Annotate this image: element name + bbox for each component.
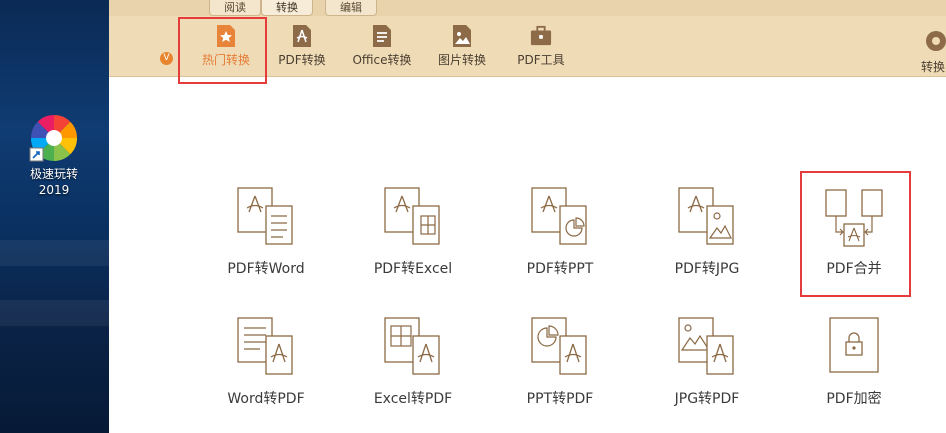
- pdf-to-ppt-icon: [531, 187, 587, 245]
- shortcut-name: 极速玩转: [29, 167, 78, 181]
- tile-label: Excel转PDF: [373, 391, 453, 407]
- tile-pdf-to-ppt[interactable]: PDF转PPT: [505, 186, 615, 306]
- converter-window: 阅读 转换 编辑 V 热门转换 PDF转换 Office转换 图片转换 PDF工…: [109, 0, 946, 433]
- star-file-icon: [217, 25, 235, 47]
- tile-label: PDF转PPT: [526, 261, 594, 277]
- tile-label: PPT转PDF: [526, 391, 594, 407]
- tile-pdf-to-word[interactable]: PDF转Word: [211, 186, 321, 306]
- tile-pdf-merge[interactable]: PDF合并: [799, 186, 909, 306]
- desktop-shortcut[interactable]: 极速玩转 2019: [18, 112, 90, 198]
- pdf-encrypt-icon: [829, 317, 879, 373]
- desktop-band: [0, 300, 109, 326]
- tile-jpg-to-pdf[interactable]: JPG转PDF: [652, 316, 762, 433]
- pdf-file-icon: [293, 25, 311, 47]
- tile-word-to-pdf[interactable]: Word转PDF: [211, 316, 321, 433]
- pdf-to-jpg-icon: [678, 187, 734, 245]
- tile-label: PDF转Excel: [373, 261, 453, 277]
- tile-label: Word转PDF: [227, 391, 305, 407]
- ribbon-button-label: PDF转换: [278, 53, 326, 67]
- tile-pdf-to-jpg[interactable]: PDF转JPG: [652, 186, 762, 306]
- ribbon-pdf-tools-button[interactable]: PDF工具: [503, 22, 579, 74]
- tile-label: JPG转PDF: [674, 391, 740, 407]
- tile-excel-to-pdf[interactable]: Excel转PDF: [358, 316, 468, 433]
- tile-ppt-to-pdf[interactable]: PPT转PDF: [505, 316, 615, 433]
- ribbon-office-convert-button[interactable]: Office转换: [344, 22, 420, 74]
- tile-label: PDF合并: [826, 261, 882, 277]
- ribbon-pdf-convert-button[interactable]: PDF转换: [264, 22, 340, 74]
- tile-pdf-to-excel[interactable]: PDF转Excel: [358, 186, 468, 306]
- shortcut-year: 2019: [38, 183, 70, 197]
- top-tab-bar: 阅读 转换 编辑: [109, 0, 946, 16]
- dropdown-badge[interactable]: V: [160, 52, 173, 65]
- tab-convert[interactable]: 转换: [261, 0, 313, 16]
- ribbon-button-label: 热门转换: [201, 53, 250, 67]
- tab-read[interactable]: 阅读: [209, 0, 261, 16]
- jpg-to-pdf-icon: [678, 317, 734, 375]
- ribbon-convert-partial-button[interactable]: 转换: [921, 26, 946, 78]
- word-to-pdf-icon: [237, 317, 293, 375]
- pdf-to-word-icon: [237, 187, 293, 245]
- desktop-band: [0, 240, 109, 266]
- ppt-to-pdf-icon: [531, 317, 587, 375]
- tile-label: PDF转Word: [227, 261, 305, 277]
- ribbon-toolbar: V 热门转换 PDF转换 Office转换 图片转换 PDF工具 转换: [109, 16, 946, 77]
- ribbon-button-label: 图片转换: [437, 53, 486, 67]
- ribbon-button-label: 转换: [921, 60, 946, 74]
- convert-icon: [926, 31, 946, 51]
- ribbon-button-label: Office转换: [352, 53, 412, 67]
- ribbon-image-convert-button[interactable]: 图片转换: [424, 22, 500, 74]
- excel-to-pdf-icon: [384, 317, 440, 375]
- toolbox-icon: [530, 25, 552, 46]
- office-doc-icon: [373, 25, 391, 47]
- tile-pdf-encrypt[interactable]: PDF加密: [799, 316, 909, 433]
- desktop-background: 极速玩转 2019: [0, 0, 109, 433]
- pdf-to-excel-icon: [384, 187, 440, 245]
- tile-label: PDF转JPG: [674, 261, 740, 277]
- pdf-merge-icon: [825, 189, 883, 247]
- tab-edit[interactable]: 编辑: [325, 0, 377, 16]
- ribbon-button-label: PDF工具: [517, 53, 565, 67]
- tile-label: PDF加密: [826, 391, 882, 407]
- image-file-icon: [453, 25, 471, 47]
- app-logo-icon: [29, 114, 78, 162]
- ribbon-hot-convert-button[interactable]: 热门转换: [188, 22, 264, 74]
